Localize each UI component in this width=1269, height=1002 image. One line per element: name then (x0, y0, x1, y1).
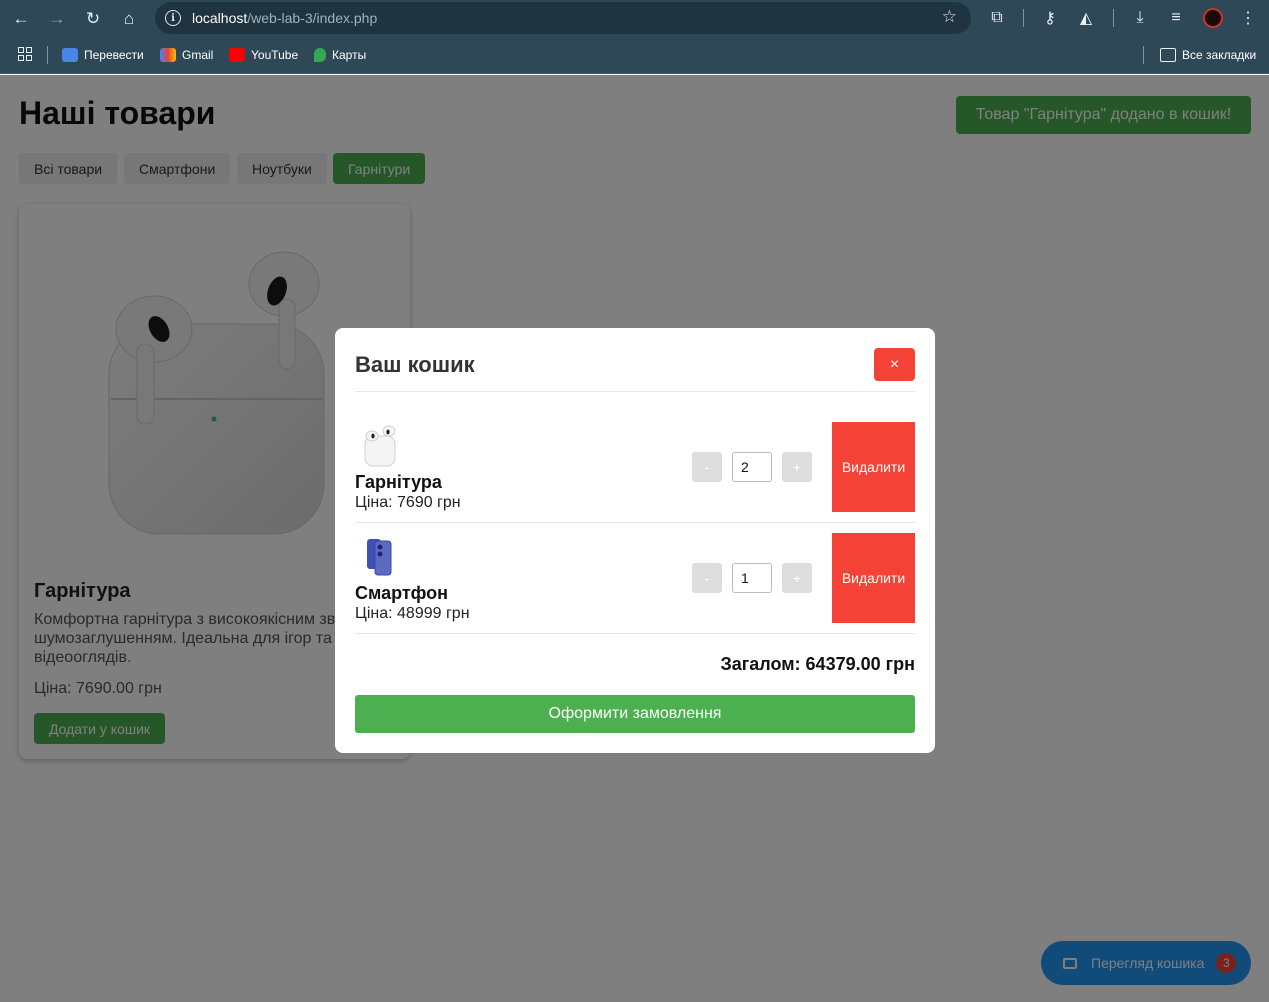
quantity-input[interactable]: 2 (732, 452, 772, 482)
bookmark-translate[interactable]: Перевести (62, 45, 144, 65)
incognito-icon[interactable]: ◭ (1074, 6, 1098, 30)
decrease-quantity-button[interactable]: - (692, 452, 722, 482)
cart-item-name: Смартфон (355, 583, 449, 603)
extensions-icon[interactable]: ⧉ (985, 6, 1009, 30)
quantity-input[interactable]: 1 (732, 563, 772, 593)
download-icon[interactable]: ⤓ (1128, 6, 1152, 30)
password-key-icon[interactable]: ⚷ (1038, 6, 1062, 30)
bookmark-maps[interactable]: Карты (314, 45, 366, 65)
bookmark-star-icon[interactable]: ☆ (942, 7, 957, 27)
smartphone-thumbnail (367, 539, 392, 576)
youtube-icon (229, 48, 245, 62)
cart-item-price: Ціна: 7690 грн (355, 494, 461, 511)
gmail-icon (160, 48, 176, 62)
url-text[interactable]: localhost/web-lab-3/index.php (192, 10, 377, 26)
close-button[interactable]: × (874, 348, 915, 381)
remove-item-button[interactable]: Видалити (832, 533, 915, 623)
site-info-icon[interactable]: i (165, 10, 181, 26)
cart-item-price: Ціна: 48999 грн (355, 605, 470, 622)
checkout-button[interactable]: Оформити замовлення (355, 695, 915, 733)
translate-icon (62, 48, 78, 62)
cart-item-name: Гарнітура (355, 472, 442, 492)
bookmark-gmail[interactable]: Gmail (160, 45, 213, 65)
increase-quantity-button[interactable]: + (782, 563, 812, 593)
all-bookmarks[interactable]: Все закладки (1160, 45, 1256, 65)
address-bar[interactable]: i localhost/web-lab-3/index.php ☆ (155, 2, 971, 34)
divider (355, 633, 915, 634)
bookmarks-divider (47, 46, 48, 64)
forward-arrow-icon[interactable]: → (44, 6, 70, 32)
back-arrow-icon[interactable]: ← (8, 6, 34, 32)
decrease-quantity-button[interactable]: - (692, 563, 722, 593)
reload-icon[interactable]: ↻ (80, 6, 106, 32)
folder-icon (1160, 48, 1176, 62)
increase-quantity-button[interactable]: + (782, 452, 812, 482)
bookmarks-divider (1143, 46, 1144, 64)
toolbar-divider (1023, 9, 1024, 27)
earbuds-thumbnail (364, 425, 396, 467)
menu-kebab-icon[interactable]: ⋮ (1236, 6, 1260, 30)
cart-total: Загалом: 64379.00 грн (720, 654, 915, 674)
media-playlist-icon[interactable]: ≡ (1164, 6, 1188, 30)
profile-avatar[interactable] (1203, 8, 1223, 28)
bookmark-youtube[interactable]: YouTube (229, 45, 298, 65)
maps-pin-icon (314, 48, 326, 62)
divider (355, 522, 915, 523)
apps-grid-icon[interactable] (18, 47, 32, 61)
cart-modal: Ваш кошик × Гарнітура Ціна: 7690 грн - 2… (335, 328, 935, 753)
modal-title: Ваш кошик (355, 352, 475, 377)
divider (355, 391, 915, 392)
home-icon[interactable]: ⌂ (116, 6, 142, 32)
remove-item-button[interactable]: Видалити (832, 422, 915, 512)
toolbar-divider (1113, 9, 1114, 27)
